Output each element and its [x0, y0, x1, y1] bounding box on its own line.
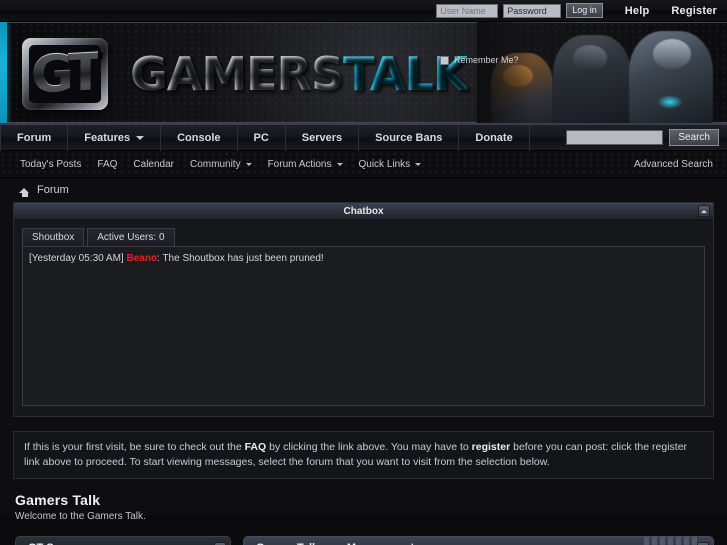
- nav-label: Features: [84, 131, 131, 144]
- gt-logo-text: GT: [31, 42, 99, 106]
- category-gt-servers: GT Servers: [15, 536, 231, 545]
- search-button[interactable]: Search: [669, 129, 719, 146]
- nav-item-source-bans[interactable]: Source Bans: [359, 124, 460, 151]
- tab-shoutbox[interactable]: Shoutbox: [22, 228, 85, 246]
- notice-register-link[interactable]: register: [472, 441, 511, 453]
- subnav-item-quick-links[interactable]: Quick Links: [351, 159, 430, 170]
- breadcrumb-forum[interactable]: Forum: [37, 184, 69, 196]
- top-login-bar: Log in Help Register: [0, 0, 727, 22]
- nav-label: Source Bans: [375, 131, 443, 144]
- subnav-item-todays-posts[interactable]: Today's Posts: [12, 159, 89, 170]
- chevron-down-icon: [136, 135, 145, 140]
- breadcrumb: Forum: [13, 178, 714, 202]
- category-gamerstalk-management: GamersTalk.com Management: [243, 536, 714, 545]
- forum-categories: GT Servers GamersTalk.com Management: [13, 536, 714, 545]
- subnav-item-forum-actions[interactable]: Forum Actions: [260, 159, 351, 170]
- tab-label: Active Users: 0: [97, 232, 165, 243]
- category-header: GamersTalk.com Management: [243, 536, 714, 545]
- chevron-down-icon: [245, 162, 252, 166]
- chevron-down-icon: [336, 162, 343, 166]
- nav-label: Console: [177, 131, 221, 144]
- message-timestamp: [Yesterday 05:30 AM]: [29, 253, 124, 264]
- nav-label: PC: [253, 131, 269, 144]
- category-header: GT Servers: [15, 536, 231, 545]
- site-banner: Remember Me? GT GAMERSTALK: [0, 22, 727, 125]
- remember-me-checkbox[interactable]: [440, 55, 449, 65]
- notice-part-2: by clicking the link above. You may have…: [266, 441, 472, 453]
- chevron-down-icon: [415, 162, 422, 166]
- nav-label: Servers: [301, 131, 343, 144]
- notice-faq-link[interactable]: FAQ: [245, 441, 267, 453]
- nav-item-console[interactable]: Console: [161, 124, 238, 151]
- login-button[interactable]: Log in: [566, 3, 603, 18]
- subnav-item-calendar[interactable]: Calendar: [125, 159, 182, 170]
- advanced-search-link[interactable]: Advanced Search: [634, 159, 713, 170]
- remember-me-label: Remember Me?: [454, 55, 519, 65]
- subnav-item-community[interactable]: Community: [182, 159, 260, 170]
- message-separator: :: [157, 253, 160, 264]
- first-visit-notice: If this is your first visit, be sure to …: [13, 431, 714, 479]
- nav-item-features[interactable]: Features: [68, 124, 162, 151]
- message-username[interactable]: Beano: [126, 253, 157, 264]
- chatbox-header: Chatbox: [14, 203, 713, 220]
- chatbox-collapse-button[interactable]: [698, 205, 710, 217]
- subnav-label: Forum Actions: [267, 158, 332, 170]
- wordmark-gamers: GAMERS: [130, 47, 344, 101]
- main-navigation: Forum Features Console PC Servers Source…: [0, 124, 727, 151]
- shoutbox-message-list[interactable]: [Yesterday 05:30 AM] Beano: The Shoutbox…: [22, 246, 705, 406]
- gt-logo-mark: GT: [22, 38, 108, 110]
- subnav-label: Today's Posts: [20, 158, 82, 170]
- welcome-block: Gamers Talk Welcome to the Gamers Talk.: [13, 492, 714, 522]
- header-bar-decoration: [644, 537, 697, 545]
- nav-item-pc[interactable]: PC: [238, 124, 286, 151]
- chatbox-tabs: Shoutbox Active Users: 0: [22, 228, 705, 246]
- nav-item-donate[interactable]: Donate: [459, 124, 530, 151]
- site-wordmark: GAMERSTALK: [130, 51, 468, 97]
- login-form: Log in: [436, 3, 603, 18]
- sub-navigation: Today's Posts FAQ Calendar Community For…: [0, 151, 727, 178]
- home-icon: [19, 185, 30, 197]
- subnav-label: FAQ: [97, 158, 118, 170]
- welcome-heading: Gamers Talk: [15, 492, 101, 508]
- search-input[interactable]: [566, 130, 664, 145]
- main-content: Forum Chatbox Shoutbox Active Users: 0 […: [0, 178, 727, 545]
- welcome-subtext: Welcome to the Gamers Talk.: [15, 511, 146, 522]
- nav-label: Forum: [17, 131, 52, 144]
- username-input[interactable]: [436, 3, 499, 18]
- chatbox-title: Chatbox: [343, 205, 384, 217]
- notice-part-1: If this is your first visit, be sure to …: [24, 441, 245, 453]
- tab-label: Shoutbox: [32, 232, 75, 243]
- shoutbox-message: [Yesterday 05:30 AM] Beano: The Shoutbox…: [29, 252, 698, 266]
- message-text: The Shoutbox has just been pruned!: [162, 253, 324, 264]
- password-input[interactable]: [503, 3, 562, 18]
- chatbox-module: Chatbox Shoutbox Active Users: 0 [Yester…: [13, 202, 714, 417]
- banner-artwork: [477, 22, 727, 123]
- site-logo[interactable]: GT GAMERSTALK: [22, 38, 468, 110]
- subnav-label: Community: [190, 158, 241, 170]
- banner-accent-stripe: [0, 22, 7, 123]
- subnav-label: Quick Links: [358, 158, 411, 170]
- chevron-up-icon: [701, 209, 707, 213]
- help-link[interactable]: Help: [625, 5, 650, 17]
- register-link[interactable]: Register: [671, 5, 717, 17]
- tab-active-users[interactable]: Active Users: 0: [87, 228, 175, 246]
- subnav-label: Calendar: [133, 158, 174, 170]
- nav-label: Donate: [475, 131, 513, 144]
- chatbox-body: Shoutbox Active Users: 0 [Yesterday 05:3…: [14, 220, 713, 416]
- remember-me-group[interactable]: Remember Me?: [440, 55, 519, 65]
- forum-page: Log in Help Register Remember Me? GT GAM: [0, 0, 727, 545]
- nav-search-group: Search: [566, 129, 719, 146]
- nav-item-forum[interactable]: Forum: [0, 124, 69, 151]
- artwork-fade: [477, 22, 727, 123]
- nav-item-servers[interactable]: Servers: [286, 124, 360, 151]
- subnav-item-faq[interactable]: FAQ: [89, 159, 125, 170]
